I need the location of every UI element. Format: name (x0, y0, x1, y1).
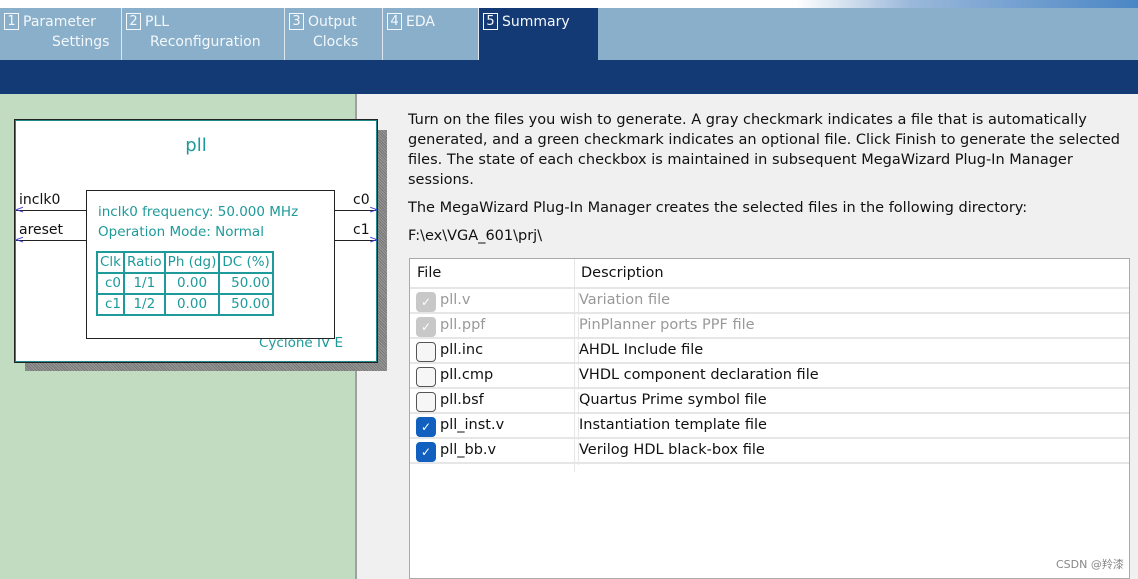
tab-label: EDA (406, 14, 435, 30)
clock-table: Clk Ratio Ph (dg) DC (%) c0 1/1 0.00 50.00 c1 1… (96, 251, 274, 316)
tab-number: 1 (4, 13, 19, 30)
header-cell: DC (%) (218, 251, 274, 274)
watermark: CSDN @羚漆 (1056, 558, 1124, 571)
output-directory: F:\ex\VGA_601\prj\ (408, 228, 543, 244)
wizard-tabs: 1 Parameter Settings 2 PLL Reconfiguration 3… (0, 8, 1138, 60)
file-description: Variation file (578, 292, 670, 315)
file-description: Instantiation template file (578, 417, 767, 440)
tab-label: Output (308, 14, 357, 30)
file-row[interactable]: ✓ pll_bb.v Verilog HDL black-box file (410, 439, 1129, 465)
header-cell: Ratio (123, 251, 166, 274)
tab-number: 3 (289, 13, 304, 30)
column-header-file[interactable]: File (417, 265, 441, 281)
file-row[interactable]: ✓pll.bsf Quartus Prime symbol file (410, 389, 1129, 415)
output-arrow-icon: > (369, 233, 379, 246)
file-checkbox[interactable]: ✓ (416, 392, 436, 412)
tab-output-clocks[interactable]: 3 Output Clocks (285, 8, 383, 60)
file-name: pll.bsf (440, 392, 484, 408)
symbol-title: pll (185, 135, 207, 156)
cell: c0 (96, 272, 125, 295)
file-description: Verilog HDL black-box file (578, 442, 765, 465)
clock-table-row: c1 1/2 0.00 50.00 (96, 293, 274, 316)
file-checkbox[interactable]: ✓ (416, 417, 436, 437)
output-arrow-icon: > (369, 203, 379, 216)
cell: 0.00 (163, 272, 221, 295)
tab-eda[interactable]: 4 EDA (383, 8, 479, 60)
tab-parameter-settings[interactable]: 1 Parameter Settings (0, 8, 122, 60)
column-header-description[interactable]: Description (581, 265, 664, 288)
file-checkbox: ✓ (416, 317, 436, 337)
file-description: Quartus Prime symbol file (578, 392, 767, 415)
file-description: AHDL Include file (578, 342, 703, 365)
file-checkbox[interactable]: ✓ (416, 367, 436, 387)
file-list: File Description ✓ pll.v Variation file ✓ pl… (409, 258, 1130, 579)
directory-label: The MegaWizard Plug-In Manager creates t… (408, 200, 1028, 216)
tab-label: Summary (502, 14, 570, 30)
file-row[interactable]: ✓pll.cmp VHDL component declaration file (410, 364, 1129, 390)
file-row[interactable]: ✓ pll.v Variation file (410, 289, 1129, 315)
tab-label-line2: Clocks (313, 34, 359, 50)
window-top-strip (0, 0, 1138, 8)
tab-label: PLL (145, 14, 170, 30)
port-c1: c1 (353, 222, 370, 238)
wire-inclk0 (16, 210, 86, 211)
tab-number: 4 (387, 13, 402, 30)
tab-pll-reconfiguration[interactable]: 2 PLL Reconfiguration (122, 8, 285, 60)
header-bar (0, 60, 1138, 94)
file-row[interactable]: ✓ pll_inst.v Instantiation template file (410, 414, 1129, 440)
file-name: pll.inc (440, 342, 484, 358)
file-name: pll.cmp (440, 367, 494, 383)
file-row[interactable]: ✓pll.inc AHDL Include file (410, 339, 1129, 365)
tab-label-line2: Reconfiguration (150, 34, 261, 50)
cell: 50.00 (218, 293, 274, 316)
file-description: VHDL component declaration file (578, 367, 819, 390)
clock-table-row: c0 1/1 0.00 50.00 (96, 272, 274, 295)
file-list-header: File Description (410, 259, 1129, 289)
file-name: pll.ppf (440, 317, 486, 333)
file-name: pll_bb.v (440, 442, 497, 458)
header-cell: Clk (96, 251, 125, 274)
summary-description: Turn on the files you wish to generate. … (408, 110, 1123, 254)
port-c0: c0 (353, 192, 370, 208)
pll-core-box: inclk0 frequency: 50.000 MHz Operation M… (86, 190, 335, 339)
port-inclk0: inclk0 (19, 192, 61, 208)
port-areset: areset (19, 222, 64, 238)
tab-number: 2 (126, 13, 141, 30)
file-row[interactable]: ✓ pll.ppf PinPlanner ports PPF file (410, 314, 1129, 340)
file-checkbox[interactable]: ✓ (416, 442, 436, 462)
cell: c1 (96, 293, 125, 316)
input-arrow-icon: < (15, 203, 25, 216)
wire-areset (16, 240, 86, 241)
header-cell: Ph (dg) (163, 251, 221, 274)
clock-table-header: Clk Ratio Ph (dg) DC (%) (96, 251, 274, 274)
tab-label-line2: Settings (52, 34, 110, 50)
cell: 1/2 (123, 293, 166, 316)
instructions-text: Turn on the files you wish to generate. … (408, 112, 1120, 188)
file-description: PinPlanner ports PPF file (578, 317, 755, 340)
cell: 0.00 (163, 293, 221, 316)
tab-summary[interactable]: 5 Summary (479, 8, 598, 60)
file-checkbox[interactable]: ✓ (416, 342, 436, 362)
file-name: pll_inst.v (440, 417, 505, 433)
input-frequency: inclk0 frequency: 50.000 MHz (98, 204, 299, 220)
file-name: pll.v (440, 292, 471, 308)
tab-number: 5 (483, 13, 498, 30)
file-checkbox: ✓ (416, 292, 436, 312)
cell: 50.00 (218, 272, 274, 295)
cell: 1/1 (123, 272, 166, 295)
operation-mode: Operation Mode: Normal (98, 224, 264, 240)
tab-label: Parameter (23, 14, 96, 30)
input-arrow-icon: < (15, 233, 25, 246)
